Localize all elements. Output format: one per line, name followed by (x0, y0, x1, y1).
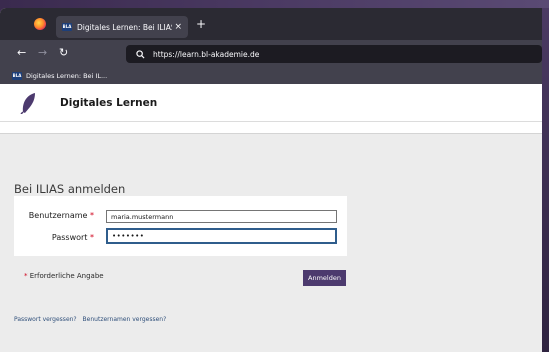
feather-logo-icon[interactable] (20, 92, 38, 114)
recovery-links: Passwort vergessen? Benutzernamen verges… (14, 316, 166, 323)
reload-icon[interactable]: ↻ (59, 46, 68, 59)
password-label: Passwort * (51, 233, 94, 242)
tab-active[interactable]: BLA Digitales Lernen: Bei ILIAS anm × (56, 16, 188, 38)
password-input[interactable] (106, 228, 337, 244)
required-note: * Erforderliche Angabe (24, 272, 104, 280)
search-icon (136, 49, 145, 59)
tab-bar: BLA Digitales Lernen: Bei ILIAS anm × + (0, 8, 542, 40)
back-icon[interactable]: ← (17, 46, 26, 59)
address-bar[interactable]: https://learn.bl-akademie.de (126, 45, 542, 63)
bookmark-favicon-icon: BLA (12, 72, 22, 80)
site-header: Digitales Lernen (0, 84, 542, 122)
new-tab-button[interactable]: + (196, 17, 206, 31)
forgot-username-link[interactable]: Benutzernamen vergessen? (83, 316, 167, 323)
tab-title: Digitales Lernen: Bei ILIAS anm (77, 22, 172, 32)
bookmarks-toolbar: BLA Digitales Lernen: Bei IL... (0, 68, 542, 84)
site-title[interactable]: Digitales Lernen (60, 97, 157, 109)
forward-icon[interactable]: → (38, 46, 47, 59)
username-label: Benutzername * (28, 211, 94, 220)
bookmark-item[interactable]: Digitales Lernen: Bei IL... (26, 72, 107, 80)
site-favicon-icon: BLA (62, 23, 72, 31)
forgot-password-link[interactable]: Passwort vergessen? (14, 316, 77, 323)
username-input[interactable] (106, 210, 337, 223)
browser-window: BLA Digitales Lernen: Bei ILIAS anm × + … (0, 8, 542, 352)
login-button[interactable]: Anmelden (303, 270, 346, 286)
navigation-bar: ← → ↻ https://learn.bl-akademie.de (0, 40, 542, 68)
header-divider (0, 122, 542, 134)
tab-close-icon[interactable]: × (174, 22, 182, 32)
login-form: Benutzername * Passwort * (14, 196, 347, 256)
url-text: https://learn.bl-akademie.de (153, 49, 260, 59)
desktop-edge (542, 8, 549, 352)
firefox-icon[interactable] (34, 18, 46, 30)
login-heading: Bei ILIAS anmelden (14, 182, 126, 196)
